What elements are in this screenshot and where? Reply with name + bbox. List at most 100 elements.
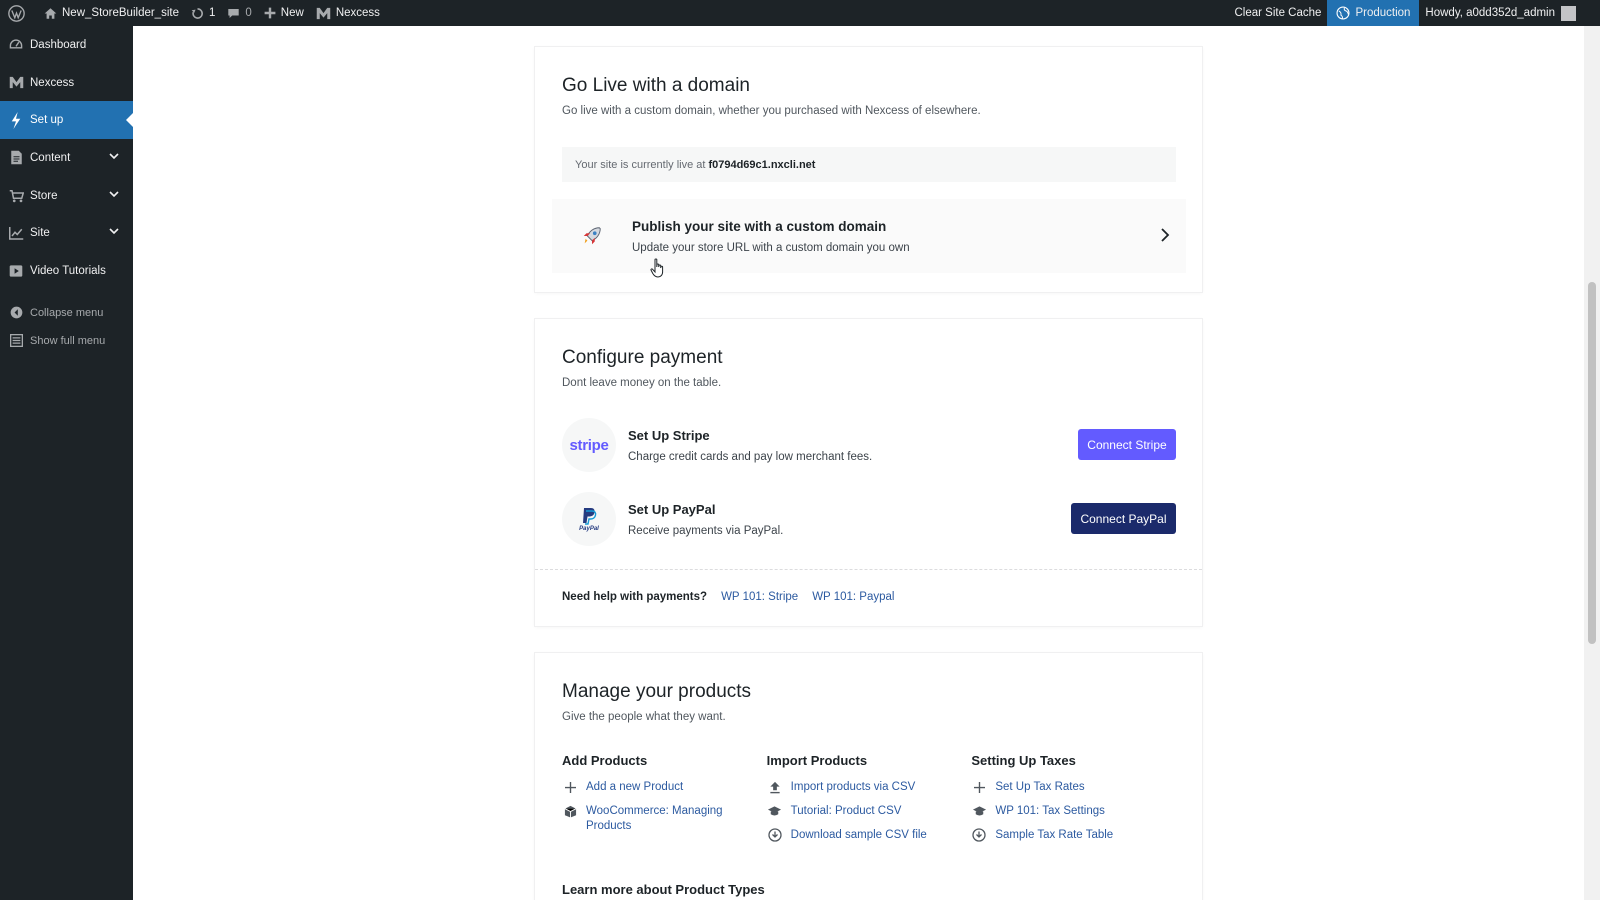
setting-up-taxes-column: Setting Up Taxes Set Up Tax Rates WP 101… [971, 753, 1176, 852]
plus-icon [562, 780, 578, 794]
avatar [1561, 5, 1576, 21]
paypal-title: Set Up PayPal [628, 501, 716, 517]
show-full-menu-button[interactable]: Show full menu [0, 327, 133, 355]
site-name: New_StoreBuilder_site [62, 7, 179, 19]
collapse-arrow-icon [8, 305, 24, 321]
product-columns: Add Products Add a new Product WooCommer… [562, 753, 1176, 852]
sidebar-item-content[interactable]: Content [0, 139, 133, 177]
publish-title: Publish your site with a custom domain [632, 218, 887, 234]
new-content-link[interactable]: New [258, 0, 310, 26]
nexcess-logo-icon [8, 75, 24, 91]
link-label: Add a new Product [586, 781, 684, 793]
publish-custom-domain-row[interactable]: Publish your site with a custom domain U… [552, 199, 1186, 273]
sidebar-item-label: Video Tutorials [30, 264, 106, 277]
connect-stripe-button[interactable]: Connect Stripe [1078, 429, 1176, 460]
column-heading: Setting Up Taxes [971, 753, 1076, 768]
wp101-paypal-link[interactable]: WP 101: Paypal [812, 591, 894, 603]
import-products-column: Import Products Import products via CSV … [767, 753, 972, 852]
chevron-right-icon [1161, 228, 1170, 242]
paypal-row: PayPal Set Up PayPal Receive payments vi… [562, 491, 1176, 547]
paypal-subtitle: Receive payments via PayPal. [628, 524, 784, 537]
sidebar-item-label: Dashboard [30, 38, 87, 51]
plus-icon [971, 780, 987, 794]
document-icon [8, 150, 24, 166]
updates-link[interactable]: 1 [185, 0, 221, 26]
sidebar-item-video-tutorials[interactable]: Video Tutorials [0, 252, 133, 290]
payment-help: Need help with payments? WP 101: Stripe … [562, 591, 894, 603]
page-scrollbar[interactable] [1584, 26, 1600, 900]
scrollbar-thumb[interactable] [1588, 282, 1596, 644]
stripe-title: Set Up Stripe [628, 427, 710, 443]
clear-cache-button[interactable]: Clear Site Cache [1229, 0, 1328, 26]
list-icon [8, 333, 24, 349]
divider [535, 569, 1202, 570]
connect-paypal-button[interactable]: Connect PayPal [1071, 503, 1176, 534]
payment-help-label: Need help with payments? [562, 591, 708, 603]
download-sample-csv-link[interactable]: Download sample CSV file [767, 828, 972, 843]
admin-sidebar: Dashboard Nexcess Set up Content Store S… [0, 26, 133, 900]
sidebar-item-dashboard[interactable]: Dashboard [0, 26, 133, 64]
sidebar-item-site[interactable]: Site [0, 214, 133, 252]
updates-count: 1 [208, 7, 216, 19]
show-full-menu-label: Show full menu [30, 334, 106, 347]
nexcess-link[interactable]: Nexcess [310, 0, 386, 26]
comment-icon [228, 8, 240, 18]
download-icon [767, 828, 783, 842]
wordpress-logo-icon[interactable] [0, 0, 38, 26]
sidebar-item-nexcess[interactable]: Nexcess [0, 64, 133, 102]
publish-subtitle: Update your store URL with a custom doma… [632, 241, 910, 254]
collapse-menu-label: Collapse menu [30, 306, 104, 319]
link-label: WooCommerce: Managing Products [586, 805, 723, 832]
upload-icon [767, 780, 783, 794]
sample-tax-rate-table-link[interactable]: Sample Tax Rate Table [971, 828, 1176, 843]
site-name-link[interactable]: New_StoreBuilder_site [38, 0, 185, 26]
stripe-row: stripe Set Up Stripe Charge credit cards… [562, 417, 1176, 473]
link-label: Import products via CSV [790, 781, 916, 793]
download-icon [971, 828, 987, 842]
live-url-box: Your site is currently live at f0794d69c… [562, 147, 1176, 182]
box-icon [562, 804, 578, 818]
manage-products-card: Manage your products Give the people wha… [535, 653, 1202, 900]
refresh-icon [191, 7, 203, 19]
import-csv-link[interactable]: Import products via CSV [767, 780, 972, 795]
sidebar-item-label: Store [30, 189, 58, 202]
video-icon [8, 263, 24, 279]
home-icon [44, 7, 57, 19]
plus-icon [264, 7, 276, 19]
add-new-product-link[interactable]: Add a new Product [562, 780, 767, 795]
managing-products-link[interactable]: WooCommerce: Managing Products [562, 804, 767, 834]
chevron-down-icon [109, 153, 119, 160]
stripe-subtitle: Charge credit cards and pay low merchant… [628, 450, 873, 463]
rocket-icon [572, 216, 612, 256]
tutorial-csv-link[interactable]: Tutorial: Product CSV [767, 804, 972, 819]
card-title: Go Live with a domain [562, 75, 750, 96]
environment-badge[interactable]: Production [1327, 0, 1420, 26]
my-account-link[interactable]: Howdy, a0dd352d_admin [1419, 0, 1582, 26]
paypal-logo: PayPal [562, 492, 616, 546]
paypal-icon [583, 507, 597, 525]
wp101-tax-settings-link[interactable]: WP 101: Tax Settings [971, 804, 1176, 819]
comments-link[interactable]: 0 [221, 0, 257, 26]
dashboard-icon [8, 37, 24, 53]
new-label: New [280, 7, 304, 19]
set-up-tax-rates-link[interactable]: Set Up Tax Rates [971, 780, 1176, 795]
nexcess-label: Nexcess [335, 7, 380, 19]
sidebar-item-store[interactable]: Store [0, 177, 133, 215]
sidebar-item-set-up[interactable]: Set up [0, 101, 133, 140]
link-label: Tutorial: Product CSV [790, 805, 902, 817]
sidebar-item-label: Set up [30, 114, 64, 127]
card-title: Configure payment [562, 347, 723, 368]
card-subtitle: Go live with a custom domain, whether yo… [562, 105, 981, 117]
collapse-menu-button[interactable]: Collapse menu [0, 299, 133, 327]
comments-count: 0 [245, 7, 252, 19]
nexcess-logo-icon [316, 7, 331, 19]
graduation-cap-icon [767, 804, 783, 818]
clear-cache-label: Clear Site Cache [1234, 7, 1322, 19]
sidebar-item-label: Content [30, 151, 71, 164]
cart-icon [8, 188, 24, 204]
wp101-stripe-link[interactable]: WP 101: Stripe [721, 591, 798, 603]
link-label: Sample Tax Rate Table [995, 829, 1114, 841]
graduation-cap-icon [971, 804, 987, 818]
column-heading: Import Products [766, 753, 868, 768]
admin-bar: New_StoreBuilder_site 1 0 New Nexcess Cl… [0, 0, 1600, 26]
